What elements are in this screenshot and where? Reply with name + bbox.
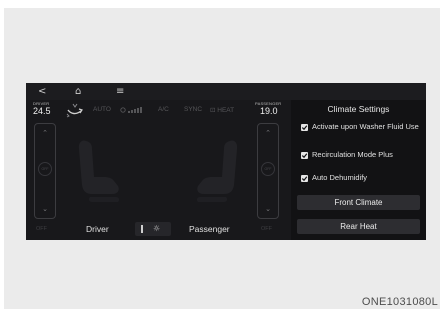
seat-heat-steering-control[interactable]: ☼ <box>135 222 171 236</box>
climate-control-panel: DRIVER 24.5 AUTO A/C SYNC ⊡ HEAT PASSENG… <box>26 100 291 240</box>
passenger-temperature[interactable]: PASSENGER 19.0 <box>255 101 281 116</box>
dehumidify-option-label: Auto Dehumidify <box>312 173 368 182</box>
driver-off-indicator[interactable]: OFF <box>36 224 47 234</box>
air-distribution-icon[interactable] <box>64 102 86 118</box>
sync-toggle[interactable]: SYNC <box>184 104 202 116</box>
climate-settings-panel: Climate Settings Activate upon Washer Fl… <box>291 100 426 240</box>
home-icon[interactable]: ⌂ <box>75 84 81 99</box>
back-icon[interactable]: < <box>38 84 46 99</box>
driver-temp-knob[interactable]: OFF <box>38 162 52 176</box>
heat-label: HEAT <box>217 107 235 114</box>
passenger-off-indicator[interactable]: OFF <box>261 224 272 234</box>
driver-temperature[interactable]: DRIVER 24.5 <box>33 101 51 116</box>
recirculation-option-label: Recirculation Mode Plus <box>312 150 393 159</box>
climate-screen: < ⌂ ≡ DRIVER 24.5 AUTO A/C SYNC ⊡ HEAT P… <box>26 83 426 240</box>
washer-fluid-option-label: Activate upon Washer Fluid Use <box>312 122 419 131</box>
recirculation-option[interactable]: Recirculation Mode Plus <box>301 151 423 160</box>
figure-code: ONE1031080L <box>361 296 438 308</box>
fan-speed-icon <box>120 107 142 113</box>
dehumidify-option[interactable]: Auto Dehumidify <box>301 174 423 183</box>
driver-zone-label: Driver <box>86 224 109 234</box>
passenger-temperature-column: ⌃ OFF ⌄ <box>257 123 279 219</box>
checkbox-checked-icon[interactable] <box>301 152 308 159</box>
passenger-zone-label: Passenger <box>189 224 230 234</box>
checkbox-checked-icon[interactable] <box>301 124 308 131</box>
washer-fluid-option[interactable]: Activate upon Washer Fluid Use <box>301 123 423 141</box>
ac-toggle[interactable]: A/C <box>158 104 169 116</box>
auto-toggle[interactable]: AUTO <box>93 104 111 116</box>
heat-icon: ⊡ <box>210 106 216 114</box>
seat-heat-icon <box>141 225 143 233</box>
menu-icon[interactable]: ≡ <box>116 84 124 99</box>
passenger-temp-down-icon[interactable]: ⌄ <box>258 204 278 214</box>
checkbox-checked-icon[interactable] <box>301 175 308 182</box>
driver-temperature-column: ⌃ OFF ⌄ <box>34 123 56 219</box>
passenger-temp-knob[interactable]: OFF <box>261 162 275 176</box>
steering-wheel-heat-icon: ☼ <box>153 224 161 233</box>
driver-temp-down-icon[interactable]: ⌄ <box>35 204 55 214</box>
front-climate-button[interactable]: Front Climate <box>297 195 420 210</box>
passenger-temperature-value: 19.0 <box>260 106 278 116</box>
driver-temp-up-icon[interactable]: ⌃ <box>35 128 55 138</box>
rear-heat-button[interactable]: Rear Heat <box>297 219 420 234</box>
settings-title: Climate Settings <box>327 104 390 114</box>
passenger-seat-icon[interactable] <box>186 137 244 207</box>
passenger-temp-up-icon[interactable]: ⌃ <box>258 128 278 138</box>
top-navigation-bar: < ⌂ ≡ <box>26 83 426 100</box>
driver-seat-icon[interactable] <box>72 137 130 207</box>
driver-temperature-value: 24.5 <box>33 106 51 116</box>
heat-toggle[interactable]: ⊡ HEAT <box>210 104 234 117</box>
zone-row: OFF Driver ☼ Passenger OFF <box>26 222 291 236</box>
